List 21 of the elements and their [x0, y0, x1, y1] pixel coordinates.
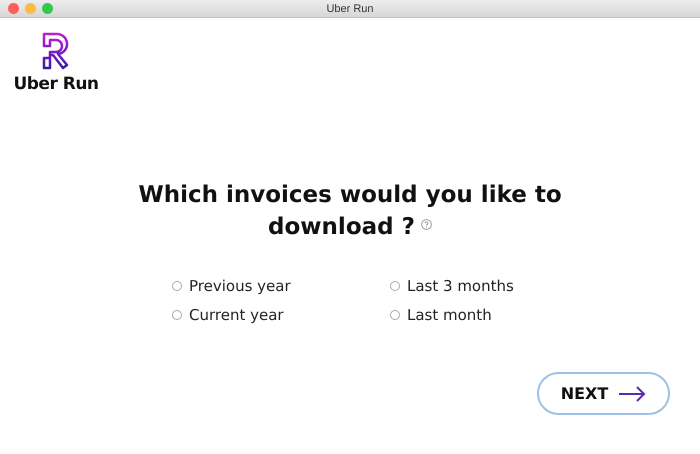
radio-button[interactable] [172, 310, 182, 320]
radio-button[interactable] [172, 281, 182, 291]
help-icon[interactable] [420, 219, 432, 230]
window-title: Uber Run [326, 2, 374, 14]
radio-option[interactable]: Last month [390, 306, 540, 324]
minimize-button[interactable] [25, 3, 36, 14]
option-label: Previous year [189, 277, 291, 295]
radio-option[interactable]: Current year [172, 306, 390, 324]
option-label: Last month [407, 306, 492, 324]
radio-option[interactable]: Last 3 months [390, 277, 540, 295]
option-label: Current year [189, 306, 284, 324]
radio-option[interactable]: Previous year [172, 277, 390, 295]
zoom-button[interactable] [42, 3, 53, 14]
radio-button[interactable] [390, 310, 400, 320]
arrow-right-icon [618, 386, 646, 402]
question-heading: Which invoices would you like to download ? [137, 181, 563, 242]
close-button[interactable] [8, 3, 19, 14]
radio-button[interactable] [390, 281, 400, 291]
next-button[interactable]: NEXT [537, 372, 670, 415]
option-label: Last 3 months [407, 277, 514, 295]
app-name: Uber Run [13, 74, 99, 94]
